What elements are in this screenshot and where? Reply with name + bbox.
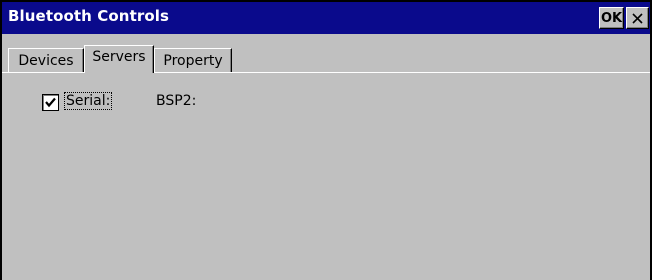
close-button[interactable] — [626, 7, 649, 29]
title-bar: Bluetooth Controls OK — [2, 2, 650, 34]
serial-checkbox-label[interactable]: Serial: — [63, 92, 113, 110]
window-title: Bluetooth Controls — [8, 7, 170, 25]
checkmark-icon — [45, 97, 56, 108]
tab-servers[interactable]: Servers — [84, 45, 154, 73]
tab-devices[interactable]: Devices — [8, 48, 84, 72]
close-icon — [632, 12, 643, 24]
serial-checkbox[interactable] — [42, 94, 59, 111]
serial-port-value: BSP2: — [156, 93, 197, 109]
bluetooth-controls-window: Bluetooth Controls OK Devices Servers Pr… — [0, 0, 652, 280]
ok-button[interactable]: OK — [599, 7, 624, 29]
tab-strip: Devices Servers Property — [2, 42, 650, 73]
tab-property[interactable]: Property — [154, 48, 232, 72]
